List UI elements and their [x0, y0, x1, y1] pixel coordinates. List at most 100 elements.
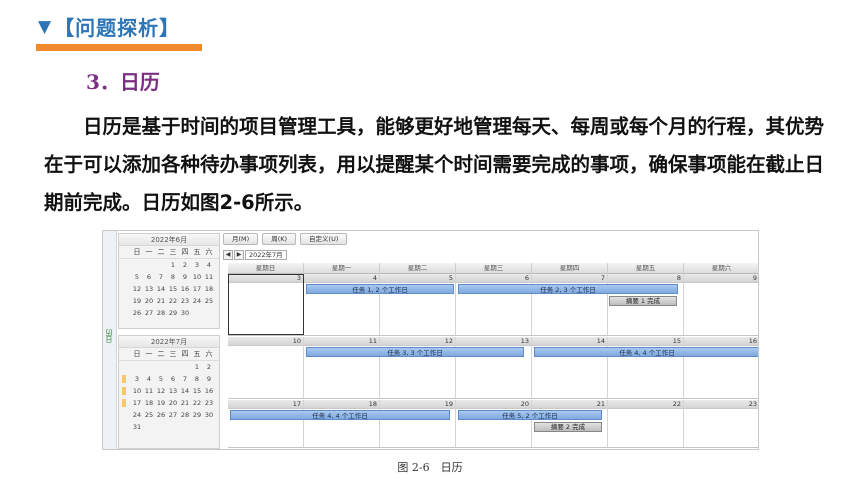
calendar-side-tab[interactable]: 日历	[103, 231, 117, 449]
mini-day[interactable]: 21	[179, 397, 191, 409]
mini-day[interactable]: 1	[191, 361, 203, 373]
day-number: 20	[456, 400, 531, 409]
mini-day[interactable]: 23	[203, 397, 215, 409]
mini-day[interactable]: 8	[191, 373, 203, 385]
mini-day[interactable]: 30	[179, 307, 191, 319]
mini-day[interactable]: 3	[191, 259, 203, 271]
task-bar[interactable]: 任务 3, 3 个工作日	[306, 347, 524, 357]
mini-day[interactable]: 24	[191, 295, 203, 307]
mini-day[interactable]: 26	[155, 409, 167, 421]
day-cell[interactable]: 3	[228, 274, 304, 335]
mini-day[interactable]: 3	[122, 373, 143, 385]
mini-day[interactable]: 12	[131, 283, 143, 295]
weekday-header: 星期一	[304, 263, 380, 274]
prev-month-button[interactable]: ◀	[223, 250, 233, 260]
day-number: 6	[456, 274, 531, 283]
mini-day[interactable]: 22	[191, 397, 203, 409]
mini-day[interactable]: 14	[179, 385, 191, 397]
mini-day-grid: 1 2 3 4 5 6 7 8 9 10 11 12 13 14 15 16 17 18 19 20 21 22 23 24 2…	[119, 259, 219, 331]
day-cell[interactable]: 18	[304, 400, 380, 447]
mini-day[interactable]: 29	[167, 307, 179, 319]
mini-day[interactable]: 12	[155, 385, 167, 397]
day-cell[interactable]: 19	[380, 400, 456, 447]
mini-day[interactable]: 28	[179, 409, 191, 421]
mini-day	[131, 259, 143, 271]
day-number: 9	[684, 274, 758, 283]
mini-day[interactable]: 1	[167, 259, 179, 271]
mini-day[interactable]: 10	[122, 385, 143, 397]
mini-day[interactable]: 14	[155, 283, 167, 295]
mini-day[interactable]: 28	[155, 307, 167, 319]
mini-day[interactable]: 30	[203, 409, 215, 421]
day-cell[interactable]: 10	[228, 337, 304, 398]
mini-day[interactable]: 25	[203, 295, 215, 307]
mini-day[interactable]: 24	[131, 409, 143, 421]
mini-day[interactable]: 5	[155, 373, 167, 385]
mini-day[interactable]: 2	[203, 361, 215, 373]
mini-day[interactable]: 15	[167, 283, 179, 295]
mini-weekday: 二	[157, 248, 165, 256]
mini-day[interactable]: 5	[131, 271, 143, 283]
mini-day[interactable]: 29	[191, 409, 203, 421]
summary-marker[interactable]: 摘要 1 完成	[609, 296, 677, 306]
mini-day[interactable]: 7	[155, 271, 167, 283]
mini-day[interactable]: 16	[203, 385, 215, 397]
mini-day[interactable]: 2	[179, 259, 191, 271]
mini-day[interactable]: 18	[203, 283, 215, 295]
tab-month[interactable]: 月(M)	[223, 233, 259, 245]
mini-day[interactable]: 25	[143, 409, 155, 421]
mini-day[interactable]: 17	[122, 397, 143, 409]
mini-day[interactable]: 9	[203, 373, 215, 385]
mini-day[interactable]: 19	[155, 397, 167, 409]
section-number: 3．	[86, 70, 120, 94]
mini-day[interactable]: 22	[167, 295, 179, 307]
mini-day[interactable]: 6	[167, 373, 179, 385]
mini-day[interactable]: 23	[179, 295, 191, 307]
mini-day[interactable]: 10	[191, 271, 203, 283]
mini-day[interactable]: 27	[167, 409, 179, 421]
mini-day[interactable]: 21	[155, 295, 167, 307]
mini-day[interactable]: 16	[179, 283, 191, 295]
mini-day[interactable]: 15	[191, 385, 203, 397]
mini-day[interactable]: 20	[167, 397, 179, 409]
mini-day[interactable]: 27	[143, 307, 155, 319]
mini-day[interactable]: 11	[203, 271, 215, 283]
day-cell[interactable]: 23	[684, 400, 758, 447]
task-bar[interactable]: 任务 1, 2 个工作日	[306, 284, 454, 294]
task-bar[interactable]: 任务 2, 3 个工作日	[458, 284, 678, 294]
mini-day[interactable]: 4	[203, 259, 215, 271]
mini-day[interactable]: 18	[143, 397, 155, 409]
mini-calendar-title: 2022年6月	[119, 234, 219, 246]
weekday-header: 星期五	[608, 263, 684, 274]
mini-day[interactable]: 11	[143, 385, 155, 397]
mini-day[interactable]: 13	[143, 283, 155, 295]
task-bar[interactable]: 任务 5, 2 个工作日	[458, 410, 602, 420]
weekday-header: 星期二	[380, 263, 456, 274]
mini-day[interactable]: 19	[131, 295, 143, 307]
day-cell[interactable]: 9	[684, 274, 758, 335]
mini-day[interactable]: 31	[131, 421, 143, 433]
weekday-header: 星期六	[684, 263, 758, 274]
mini-day[interactable]: 13	[167, 385, 179, 397]
mini-day[interactable]: 20	[143, 295, 155, 307]
day-number: 19	[380, 400, 455, 409]
day-cell[interactable]: 22	[608, 400, 684, 447]
tab-week[interactable]: 周(K)	[262, 233, 297, 245]
mini-day	[179, 421, 191, 433]
day-cell[interactable]: 17	[228, 400, 304, 447]
mini-day[interactable]: 4	[143, 373, 155, 385]
summary-marker[interactable]: 摘要 2 完成	[534, 422, 602, 432]
mini-day[interactable]: 26	[131, 307, 143, 319]
day-number: 10	[228, 337, 303, 346]
mini-day[interactable]: 17	[191, 283, 203, 295]
task-bar[interactable]: 任务 4, 4 个工作日	[230, 410, 450, 420]
mini-day[interactable]: 8	[167, 271, 179, 283]
day-number: 4	[304, 274, 379, 283]
mini-day[interactable]: 7	[179, 373, 191, 385]
mini-day[interactable]: 6	[143, 271, 155, 283]
next-month-button[interactable]: ▶	[234, 250, 244, 260]
tab-custom[interactable]: 自定义(U)	[300, 233, 348, 245]
task-bar[interactable]: 任务 4, 4 个工作日	[534, 347, 758, 357]
mini-day[interactable]: 9	[179, 271, 191, 283]
day-cell[interactable]: 20	[456, 400, 532, 447]
